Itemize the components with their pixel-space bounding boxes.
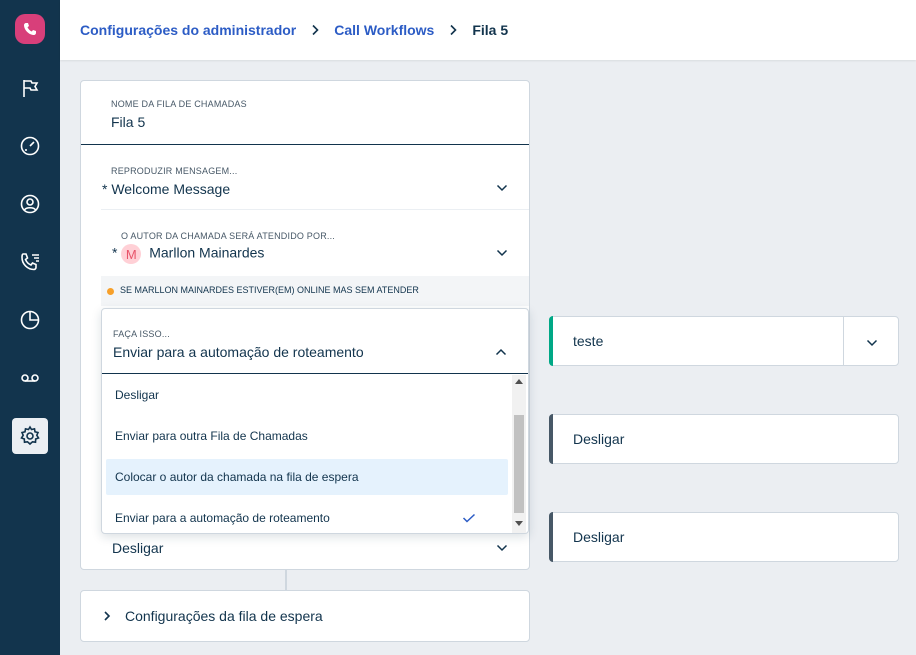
accent-bar [549, 414, 553, 464]
chevron-down-icon[interactable] [496, 249, 508, 257]
action-panel-value: Desligar [573, 431, 625, 447]
chevron-right-icon [104, 611, 111, 621]
dropdown-option[interactable]: Desligar [106, 377, 508, 413]
answered-by-select[interactable]: * M Marllon Mainardes [112, 244, 264, 264]
online-notice-text: SE MARLLON MAINARDES ESTIVER(EM) ONLINE … [120, 285, 419, 295]
waiting-queue-label: Configurações da fila de espera [125, 608, 323, 624]
message-label: REPRODUZIR MENSAGEM... [111, 166, 238, 176]
reports-icon[interactable] [12, 302, 48, 338]
chevron-right-icon [448, 24, 458, 36]
dropdown-option[interactable]: Enviar para a automação de roteamento [106, 500, 508, 536]
action-panel[interactable]: Desligar [549, 512, 899, 562]
queue-name-input[interactable]: Fila 5 [111, 114, 145, 130]
chevron-down-icon[interactable] [496, 184, 508, 192]
answered-by-label: O AUTOR DA CHAMADA SERÁ ATENDIDO POR... [121, 231, 336, 241]
voicemail-icon[interactable] [12, 360, 48, 396]
action-dropdown[interactable]: FAÇA ISSO... Enviar para a automação de … [101, 308, 529, 534]
flag-icon[interactable] [12, 70, 48, 106]
accent-bar [549, 512, 553, 562]
status-dot-icon [107, 288, 114, 295]
settings-icon[interactable] [12, 418, 48, 454]
dashboard-icon[interactable] [12, 128, 48, 164]
required-mark: * [112, 244, 118, 261]
chevron-down-icon[interactable] [496, 544, 508, 552]
message-value: Welcome Message [111, 181, 231, 197]
waiting-queue-settings[interactable]: Configurações da fila de espera [80, 590, 530, 642]
chevron-up-icon[interactable] [495, 348, 507, 356]
routing-panel-value: teste [573, 333, 604, 349]
sidebar [0, 0, 60, 655]
action-panel[interactable]: Desligar [549, 414, 899, 464]
chevron-right-icon [310, 24, 320, 36]
breadcrumb-current: Fila 5 [472, 22, 509, 38]
dropdown-option[interactable]: Enviar para outra Fila de Chamadas [106, 418, 508, 454]
check-icon [462, 513, 476, 523]
accent-bar [549, 316, 553, 366]
divider [843, 317, 844, 365]
scroll-up-arrow-icon[interactable] [515, 378, 523, 384]
breadcrumb-workflows-link[interactable]: Call Workflows [334, 22, 434, 38]
connector-line [285, 570, 287, 590]
required-mark: * [102, 181, 108, 197]
scroll-down-arrow-icon[interactable] [515, 521, 523, 527]
action-panel-value: Desligar [573, 529, 625, 545]
avatar: M [121, 244, 142, 264]
queue-name-label: NOME DA FILA DE CHAMADAS [111, 99, 247, 109]
scrollbar-thumb[interactable] [514, 415, 524, 513]
breadcrumb-admin-link[interactable]: Configurações do administrador [80, 22, 296, 38]
online-notice: SE MARLLON MAINARDES ESTIVER(EM) ONLINE … [101, 276, 529, 306]
divider [81, 144, 529, 145]
fallback-select[interactable]: Desligar [112, 540, 163, 556]
breadcrumb: Configurações do administrador Call Work… [60, 0, 916, 60]
answered-by-value: Marllon Mainardes [149, 244, 265, 261]
dropdown-option[interactable]: Colocar o autor da chamada na fila de es… [106, 459, 508, 495]
chevron-down-icon[interactable] [866, 339, 878, 347]
routing-panel[interactable]: teste [549, 316, 899, 366]
dropdown-value: Enviar para a automação de roteamento [113, 344, 364, 360]
dropdown-header[interactable]: FAÇA ISSO... Enviar para a automação de … [102, 309, 528, 374]
message-select[interactable]: * Welcome Message [102, 181, 230, 197]
divider [101, 209, 529, 210]
contact-icon[interactable] [12, 186, 48, 222]
dropdown-label: FAÇA ISSO... [113, 329, 170, 339]
call-list-icon[interactable] [12, 244, 48, 280]
phone-icon[interactable] [15, 14, 45, 44]
